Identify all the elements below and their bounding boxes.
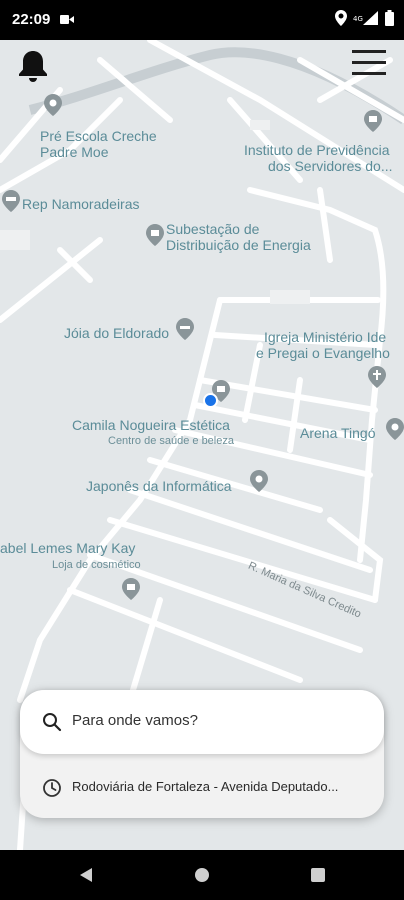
location-icon (335, 10, 347, 26)
recent-destination-label: Rodoviária de Fortaleza - Avenida Deputa… (72, 779, 339, 794)
poi-label-joia[interactable]: Jóia do Eldorado (64, 325, 169, 341)
poi-label-igreja-2[interactable]: e Pregai o Evangelho (256, 345, 390, 361)
hamburger-menu-icon[interactable] (350, 45, 388, 81)
bell-icon[interactable] (16, 48, 50, 84)
japones-pin-icon[interactable] (248, 470, 270, 492)
igreja-cross-pin-icon[interactable] (366, 366, 388, 388)
mary-kay-shop-pin-icon[interactable] (120, 578, 142, 600)
joia-hotel-pin-icon[interactable] (174, 318, 196, 340)
current-location-dot (203, 393, 218, 408)
poi-label-pre-escola[interactable]: Pré Escola Creche (40, 128, 157, 144)
recents-icon[interactable] (308, 865, 328, 885)
poi-label-camila-sub: Centro de saúde e beleza (108, 435, 234, 447)
recent-destination-item[interactable]: Rodoviária de Fortaleza - Avenida Deputa… (20, 760, 384, 814)
poi-label-mary-kay[interactable]: abel Lemes Mary Kay (0, 540, 135, 556)
poi-label-instituto[interactable]: Instituto de Previdência (244, 142, 390, 158)
instituto-pin-icon[interactable] (362, 110, 384, 132)
poi-label-japones[interactable]: Japonês da Informática (86, 478, 232, 494)
svg-text:4G: 4G (353, 15, 363, 23)
poi-label-camila[interactable]: Camila Nogueira Estética (72, 417, 230, 433)
clock-icon (43, 779, 61, 797)
status-time: 22:09 (12, 11, 51, 28)
battery-icon (385, 10, 394, 26)
poi-label-mary-kay-sub: Loja de cosmético (52, 559, 141, 571)
poi-label-rep-namoradeiras[interactable]: Rep Namoradeiras (22, 196, 140, 212)
pre-escola-pin-icon[interactable] (42, 94, 64, 116)
destination-search-box[interactable]: Para onde vamos? (20, 690, 384, 754)
poi-label-arena[interactable]: Arena Tingó (300, 425, 376, 441)
subestacao-pin-icon[interactable] (144, 224, 166, 246)
search-card: Para onde vamos? Rodoviária de Fortaleza… (20, 690, 384, 818)
arena-pin-icon[interactable] (384, 418, 404, 440)
system-nav-bar (0, 850, 404, 900)
home-icon[interactable] (192, 865, 212, 885)
video-icon (60, 15, 74, 24)
poi-label-igreja[interactable]: Igreja Ministério Ide (264, 329, 386, 345)
search-icon (43, 713, 62, 732)
back-icon[interactable] (76, 865, 96, 885)
poi-label-subestacao-2[interactable]: Distribuição de Energia (166, 237, 311, 253)
rep-namoradeiras-pin-icon[interactable] (0, 190, 22, 212)
poi-label-pre-escola-2[interactable]: Padre Moe (40, 144, 108, 160)
poi-label-instituto-2[interactable]: dos Servidores do... (268, 158, 393, 174)
status-bar: 22:09 4G (0, 0, 404, 40)
search-placeholder[interactable]: Para onde vamos? (72, 712, 198, 729)
signal-icon: 4G (353, 11, 378, 25)
poi-label-subestacao[interactable]: Subestação de (166, 221, 259, 237)
